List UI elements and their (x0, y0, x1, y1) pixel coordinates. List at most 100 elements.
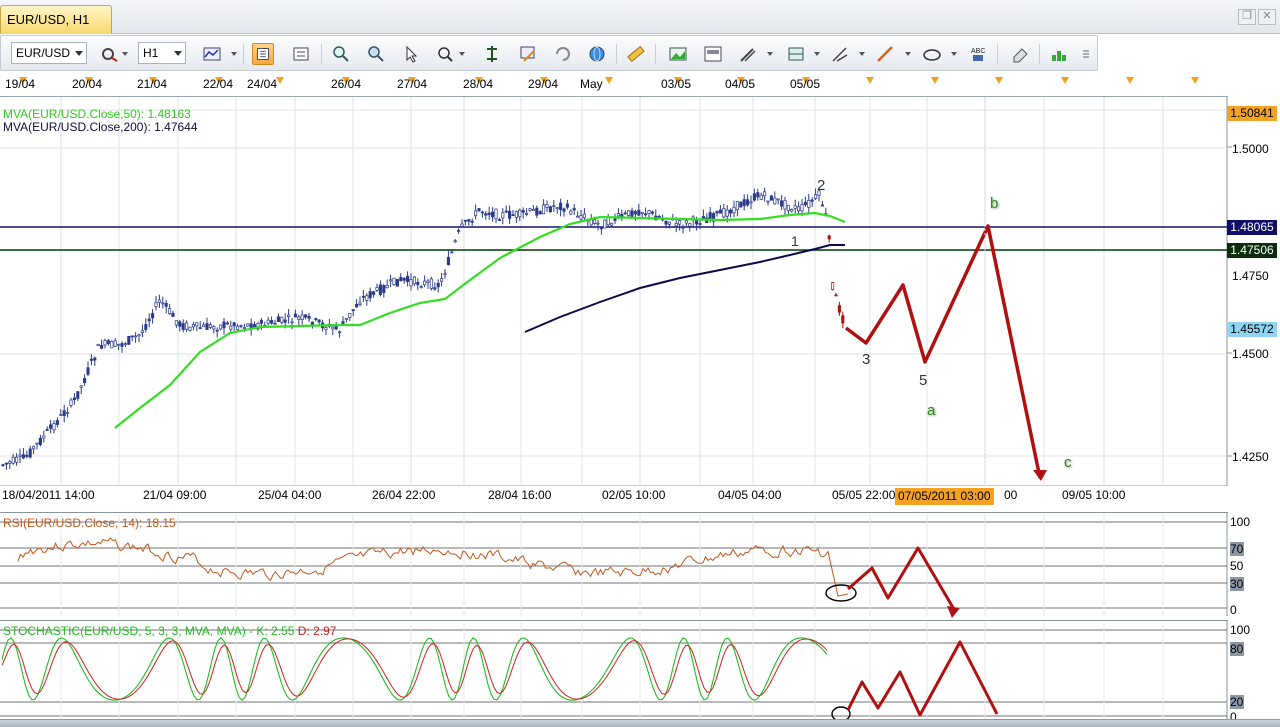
ellipse-icon[interactable] (921, 43, 943, 65)
candle-body (749, 201, 753, 204)
candle-body (814, 194, 818, 199)
candle-body (314, 318, 318, 320)
candle-body (511, 214, 515, 217)
candle-body (508, 210, 512, 219)
candle-body (372, 291, 376, 295)
date-bar-label: 28/04 (463, 77, 494, 91)
close-icon[interactable]: ✕ (1258, 9, 1276, 25)
chevron-down-icon[interactable] (122, 52, 128, 56)
candle-body (542, 204, 546, 215)
candle-body (827, 235, 831, 240)
candle-body (15, 456, 19, 463)
candle-body (579, 215, 583, 220)
event-marker-icon[interactable] (931, 77, 939, 84)
window-controls: ❐ ✕ (1238, 9, 1276, 25)
time-axis-label: 04/05 04:00 (718, 488, 782, 502)
toolbar-separator (321, 44, 322, 64)
date-bar-label: 20/04 (72, 77, 103, 91)
candle-body (698, 223, 702, 225)
candle-body (484, 213, 488, 216)
template-icon[interactable] (702, 43, 724, 65)
text-icon[interactable]: ABC (967, 43, 989, 65)
candle-body (769, 195, 773, 201)
toolbar-separator (997, 44, 998, 64)
chevron-down-icon (174, 51, 182, 56)
chevron-down-icon[interactable] (859, 52, 865, 56)
candle-body (69, 399, 73, 406)
globe-icon[interactable] (586, 43, 608, 65)
candle-body (351, 309, 355, 312)
bars-icon[interactable] (290, 43, 312, 65)
price-tag-current: 1.45572 (1227, 322, 1277, 337)
candle-body (395, 278, 399, 287)
magnifier-icon[interactable] (434, 43, 456, 65)
zoom-in-icon[interactable] (330, 43, 352, 65)
candle-body (1, 464, 5, 466)
chevron-down-icon[interactable] (231, 52, 237, 56)
timeframe-select[interactable]: H1 (138, 42, 186, 64)
chevron-down-icon[interactable] (905, 52, 911, 56)
rsi-panel[interactable] (0, 512, 1280, 618)
candle-body (232, 322, 236, 327)
event-marker-icon[interactable] (1126, 77, 1134, 84)
time-axis-label: 09/05 10:00 (1062, 488, 1126, 502)
toolbar-overflow-icon[interactable] (1079, 43, 1093, 65)
stochastic-label: STOCHASTIC(EUR/USD, 5, 3, 3, MVA, MVA) -… (3, 624, 336, 638)
pen-icon[interactable] (829, 43, 851, 65)
candle-body (8, 461, 12, 464)
price-axis-label: 1.5000 (1232, 142, 1269, 156)
chevron-down-icon[interactable] (814, 52, 820, 56)
wave-label-5: 5 (919, 372, 928, 389)
event-marker-icon[interactable] (1061, 77, 1069, 84)
candle-body (55, 420, 59, 425)
refresh-icon[interactable] (552, 43, 574, 65)
properties-icon[interactable] (99, 43, 121, 65)
chart-tab[interactable]: EUR/USD, H1 (0, 5, 112, 34)
price-chart[interactable] (0, 97, 1280, 486)
candle-body (780, 200, 784, 207)
tools-icon[interactable] (737, 43, 759, 65)
candle-body (246, 323, 250, 327)
candle-body (123, 343, 127, 346)
event-marker-icon[interactable] (276, 77, 284, 84)
candle-body (45, 429, 49, 431)
candle-body (446, 256, 450, 266)
candle-body (742, 199, 746, 206)
candle-body (239, 325, 243, 327)
rsi-level-label: 0 (1230, 603, 1237, 617)
restore-icon[interactable]: ❐ (1238, 9, 1256, 25)
ruler-icon[interactable] (625, 43, 647, 65)
chevron-down-icon[interactable] (767, 52, 773, 56)
price-axis-label: 1.4500 (1232, 347, 1269, 361)
timeframe-value: H1 (143, 46, 159, 60)
candle-body (195, 322, 199, 327)
candle-body (79, 385, 83, 388)
candle-body (212, 326, 216, 330)
candle-body (307, 315, 311, 319)
chevron-down-icon[interactable] (459, 52, 465, 56)
event-marker-icon[interactable] (995, 77, 1003, 84)
ma200-label: MVA(EUR/USD.Close,200): 1.47644 (3, 120, 198, 134)
eraser-icon[interactable] (1009, 43, 1031, 65)
event-marker-icon[interactable] (866, 77, 874, 84)
candle-body (168, 308, 172, 314)
annotation-icon[interactable] (517, 43, 539, 65)
layout-icon[interactable] (1048, 43, 1070, 65)
chart-type-icon[interactable] (201, 43, 223, 65)
event-marker-icon[interactable] (605, 77, 613, 84)
candle-body (113, 340, 117, 347)
candles-icon[interactable] (252, 43, 274, 65)
event-marker-icon[interactable] (1191, 77, 1199, 84)
chevron-down-icon[interactable] (951, 52, 957, 56)
zoom-out-icon[interactable] (365, 43, 387, 65)
rsi-level-label: 30 (1230, 577, 1244, 591)
line-icon[interactable] (874, 43, 896, 65)
image-icon[interactable] (667, 43, 689, 65)
candle-body (460, 223, 464, 227)
candle-body (338, 331, 342, 334)
indicator-icon[interactable] (785, 43, 807, 65)
stoch-level-label: 20 (1230, 695, 1244, 709)
symbol-select[interactable]: EUR/USD (11, 42, 87, 64)
crosshair-icon[interactable] (481, 43, 503, 65)
cursor-icon[interactable] (400, 43, 422, 65)
